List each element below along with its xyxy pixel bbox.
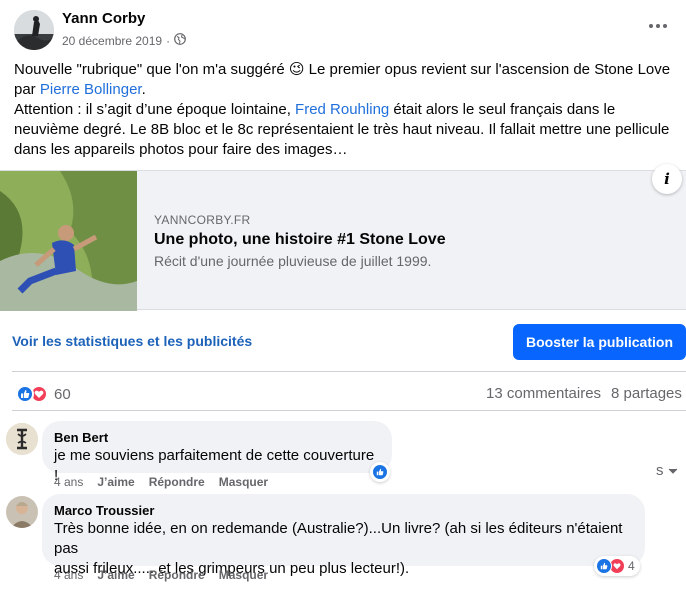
link-thumbnail[interactable] <box>0 171 137 311</box>
reactions-summary[interactable]: 60 <box>16 384 71 404</box>
dot-icon <box>663 24 667 28</box>
divider <box>12 410 686 411</box>
commenter-avatar[interactable] <box>6 423 38 455</box>
divider <box>12 371 686 372</box>
author-avatar[interactable] <box>14 10 54 50</box>
comment-actions: 4 ans J’aime Répondre Masquer <box>54 568 268 582</box>
comment-author[interactable]: Ben Bert <box>54 429 380 446</box>
post-header: Yann Corby 20 décembre 2019 · <box>12 8 674 52</box>
comment-reactions[interactable]: 4 <box>594 556 640 576</box>
wink-emoji: 😉 <box>288 61 305 78</box>
comment-bubble: Marco Troussier Très bonne idée, en on r… <box>42 494 645 577</box>
comment-time[interactable]: 4 ans <box>54 568 83 582</box>
post-date[interactable]: 20 décembre 2019 <box>62 34 162 48</box>
comment-reaction-count: 4 <box>628 559 635 573</box>
post-paragraph-1: Nouvelle "rubrique" que l'on m'a suggéré… <box>14 61 671 98</box>
author-name[interactable]: Yann Corby <box>62 10 145 27</box>
info-icon[interactable]: i <box>652 164 682 194</box>
comment-time[interactable]: 4 ans <box>54 475 83 489</box>
like-reaction-icon <box>372 464 388 480</box>
like-reaction-icon <box>16 385 34 403</box>
comment-author[interactable]: Marco Troussier <box>54 502 633 519</box>
link-title[interactable]: Une photo, une histoire #1 Stone Love <box>154 231 446 249</box>
reaction-count: 60 <box>54 385 71 403</box>
globe-icon[interactable] <box>174 33 186 48</box>
shares-count[interactable]: 8 partages <box>611 385 682 402</box>
post-text: Nouvelle "rubrique" que l'on m'a suggéré… <box>14 60 674 160</box>
comment-sort-control[interactable]: s <box>656 462 678 479</box>
comment-like-button[interactable]: J’aime <box>97 568 134 582</box>
comment-hide-button[interactable]: Masquer <box>219 475 268 489</box>
comment-reactions[interactable] <box>370 462 390 482</box>
comment-reply-button[interactable]: Répondre <box>149 568 205 582</box>
mention-fred-rouhling[interactable]: Fred Rouhling <box>295 101 389 118</box>
more-options-button[interactable] <box>644 16 672 36</box>
comment-like-button[interactable]: J’aime <box>97 475 134 489</box>
link-description: Récit d'une journée pluvieuse de juillet… <box>154 253 432 269</box>
link-domain: YANNCORBY.FR <box>154 213 251 227</box>
dot-icon <box>649 24 653 28</box>
post-meta: 20 décembre 2019 · <box>62 33 186 48</box>
comments-count[interactable]: 13 commentaires <box>486 385 601 402</box>
sort-label: s <box>656 462 664 479</box>
dot-icon <box>656 24 660 28</box>
comment-actions: 4 ans J’aime Répondre Masquer <box>54 475 268 489</box>
comment-text-line: Très bonne idée, en on redemande (Austra… <box>54 520 623 557</box>
like-reaction-icon <box>596 558 612 574</box>
post-paragraph-2: Attention : il s’agit d’une époque loint… <box>14 101 670 158</box>
boost-post-button[interactable]: Booster la publication <box>513 324 686 360</box>
comment-bubble: Ben Bert je me souviens parfaitement de … <box>42 421 392 484</box>
mention-pierre-bollinger[interactable]: Pierre Bollinger <box>40 81 142 98</box>
comment-reply-button[interactable]: Répondre <box>149 475 205 489</box>
comment-hide-button[interactable]: Masquer <box>219 568 268 582</box>
chevron-down-icon <box>668 468 677 474</box>
commenter-avatar[interactable] <box>6 496 38 528</box>
view-insights-link[interactable]: Voir les statistiques et les publicités <box>12 333 252 349</box>
link-preview-card[interactable]: YANNCORBY.FR Une photo, une histoire #1 … <box>0 170 686 311</box>
meta-separator: · <box>166 33 171 48</box>
